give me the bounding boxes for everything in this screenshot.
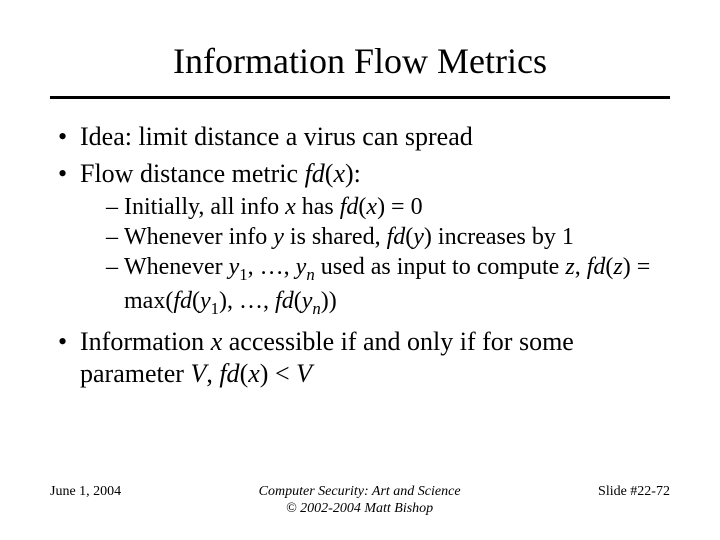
footer: June 1, 2004 Computer Security: Art and … (50, 484, 670, 518)
subscript: 1 (211, 299, 219, 318)
var-x: x (333, 159, 345, 188)
fd-symbol: fd (219, 359, 239, 388)
fd-symbol: fd (587, 254, 606, 280)
footer-title: Computer Security: Art and Science (259, 484, 461, 501)
text: Initially, all info (124, 194, 285, 220)
text: Whenever (124, 254, 229, 280)
var-y: y (200, 288, 211, 314)
fd-symbol: fd (305, 159, 325, 188)
text: ) increases by 1 (424, 224, 574, 250)
text: , (575, 254, 587, 280)
fd-symbol: fd (340, 194, 359, 220)
paren: ( (294, 288, 302, 314)
paren-close: ): (345, 159, 361, 188)
fd-symbol: fd (387, 224, 406, 250)
var-z: z (613, 254, 622, 280)
var-y: y (296, 254, 307, 280)
bullet-1: Idea: limit distance a virus can spread (58, 121, 670, 154)
footer-slide-number: Slide #22-72 (598, 484, 670, 500)
var-z: z (565, 254, 574, 280)
text: Whenever info (124, 224, 273, 250)
text: Information (80, 327, 211, 356)
paren: ( (240, 359, 249, 388)
sub-3: Whenever y1, …, yn used as input to comp… (106, 252, 670, 320)
sub-2: Whenever info y is shared, fd(y) increas… (106, 222, 670, 252)
text: )) (321, 288, 337, 314)
title-rule (50, 96, 670, 99)
var-v: V (190, 359, 206, 388)
text: has (296, 194, 340, 220)
footer-copyright: © 2002-2004 Matt Bishop (259, 501, 461, 518)
text: is shared, (284, 224, 387, 250)
slide-title: Information Flow Metrics (50, 40, 670, 82)
var-x: x (285, 194, 296, 220)
var-y: y (229, 254, 240, 280)
sub-1: Initially, all info x has fd(x) = 0 (106, 192, 670, 222)
text: , (206, 359, 219, 388)
text: ) < (260, 359, 296, 388)
var-y: y (413, 224, 424, 250)
subscript: 1 (239, 265, 247, 284)
footer-center: Computer Security: Art and Science © 200… (259, 484, 461, 518)
var-v: V (296, 359, 312, 388)
bullet-list: Idea: limit distance a virus can spread … (50, 121, 670, 391)
text: ), …, (219, 288, 275, 314)
bullet-3: Information x accessible if and only if … (58, 326, 670, 391)
footer-date: June 1, 2004 (50, 484, 121, 500)
text: used as input to compute (315, 254, 566, 280)
var-x: x (211, 327, 223, 356)
fd-symbol: fd (173, 288, 192, 314)
var-y: y (302, 288, 313, 314)
var-x: x (366, 194, 377, 220)
var-y: y (273, 224, 284, 250)
text: ) = 0 (377, 194, 423, 220)
var-x: x (248, 359, 260, 388)
sub-list: Initially, all info x has fd(x) = 0 When… (80, 192, 670, 320)
bullet-2: Flow distance metric fd(x): Initially, a… (58, 158, 670, 320)
fd-symbol: fd (275, 288, 294, 314)
bullet-2-text: Flow distance metric (80, 159, 305, 188)
paren: ( (192, 288, 200, 314)
subscript: n (312, 299, 320, 318)
text: , …, (248, 254, 296, 280)
subscript: n (306, 265, 314, 284)
